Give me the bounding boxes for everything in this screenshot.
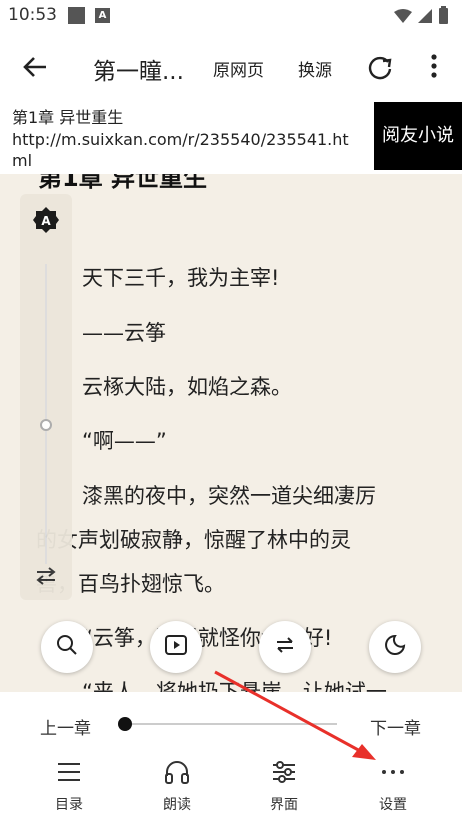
nav-catalog[interactable]: 目录	[34, 758, 104, 814]
chapter-name: 第1章 异世重生	[12, 108, 124, 127]
chapter-progress-thumb[interactable]	[118, 717, 132, 731]
search-icon	[55, 633, 79, 661]
page-title: 第一瞳...	[93, 59, 184, 85]
auto-page-button[interactable]	[150, 621, 202, 673]
paragraph: 的女声划破寂静，惊醒了林中的灵	[36, 528, 351, 552]
original-page-button[interactable]: 原网页	[213, 56, 264, 81]
svg-text:A: A	[41, 214, 51, 228]
brightness-panel: A	[20, 194, 72, 600]
brightness-slider-thumb[interactable]	[40, 419, 52, 431]
night-mode-button[interactable]	[369, 621, 421, 673]
nav-read-aloud[interactable]: 朗读	[142, 758, 212, 814]
headphones-icon	[163, 761, 191, 790]
chapter-progress-track[interactable]	[125, 723, 337, 725]
reader-novel-button[interactable]: 阅友小说	[374, 102, 462, 170]
paragraph: 漆黑的夜中，突然一道尖细凄厉	[82, 484, 376, 508]
system-icons	[392, 6, 454, 30]
nav-label: 设置	[379, 797, 407, 813]
more-vertical-icon[interactable]	[424, 52, 444, 84]
signal-icon	[418, 9, 432, 23]
swap-side-icon[interactable]	[34, 566, 58, 590]
nav-label: 目录	[55, 797, 83, 813]
paragraph: 天下三千，我为主宰!	[82, 266, 280, 290]
accessibility-icon: A	[95, 8, 110, 23]
status-time: 10:53	[8, 5, 57, 25]
bottom-menu: 上一章 下一章 目录 朗读 界面 设置	[0, 692, 462, 821]
paragraph: ——云筝	[82, 321, 166, 345]
source-banner: 第1章 异世重生 http://m.suixkan.com/r/235540/2…	[0, 102, 462, 174]
list-icon	[55, 763, 83, 790]
next-chapter-button[interactable]: 下一章	[370, 714, 421, 739]
status-bar: 10:53 A	[0, 0, 462, 32]
nav-interface[interactable]: 界面	[249, 758, 319, 814]
battery-icon	[439, 8, 448, 24]
nav-label: 界面	[270, 797, 298, 813]
prev-chapter-button[interactable]: 上一章	[40, 714, 91, 739]
chapter-heading: 第1章 异世重生	[38, 174, 208, 192]
top-toolbar: 第一瞳... 原网页 换源	[0, 32, 462, 102]
search-button[interactable]	[41, 621, 93, 673]
auto-brightness-icon[interactable]: A	[32, 206, 60, 238]
notification-icon	[68, 7, 85, 24]
paragraph: 云椓大陆，如焰之森。	[82, 375, 292, 399]
back-arrow-icon[interactable]	[20, 52, 50, 86]
chapter-url[interactable]: http://m.suixkan.com/r/235540/235541.htm…	[12, 129, 352, 171]
moon-icon	[383, 633, 407, 661]
play-box-icon	[164, 633, 188, 661]
change-source-button[interactable]: 换源	[298, 56, 332, 81]
swap-icon	[273, 633, 297, 661]
paragraph: “啊——”	[82, 429, 167, 453]
refresh-icon[interactable]	[366, 54, 394, 86]
nav-settings[interactable]: 设置	[358, 758, 428, 814]
sliders-icon	[270, 761, 298, 790]
replace-button[interactable]	[259, 621, 311, 673]
wifi-icon	[394, 9, 412, 23]
brightness-slider-track[interactable]	[45, 264, 47, 564]
nav-label: 朗读	[163, 797, 191, 813]
paragraph: “来人，将她扔下悬崖，让她试一	[82, 680, 387, 692]
more-horizontal-icon	[379, 770, 407, 790]
